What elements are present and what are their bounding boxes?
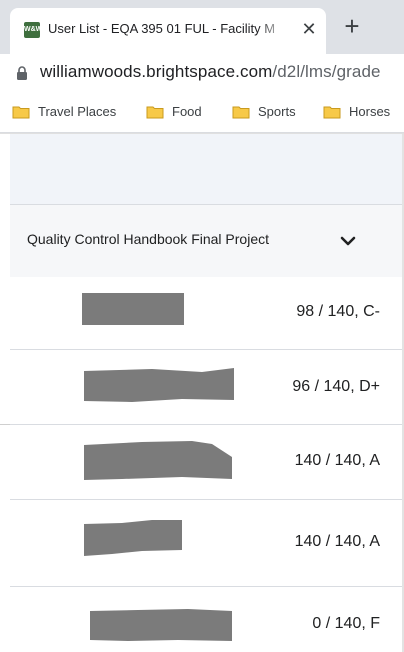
bookmark-label: Food — [172, 104, 202, 119]
column-header-label: Quality Control Handbook Final Project — [27, 231, 270, 247]
grade-value[interactable]: 96 / 140, D+ — [292, 378, 380, 396]
site-favicon-icon: W&W — [24, 22, 42, 38]
browser-tab[interactable]: W&W User List - EQA 395 01 FUL - Facilit… — [10, 8, 326, 54]
bookmark-label: Horses — [349, 104, 391, 119]
bookmark-food[interactable]: Food — [146, 104, 202, 119]
url-domain: williamwoods.brightspace.com — [40, 62, 273, 81]
lock-icon — [17, 66, 27, 80]
bookmark-label: Travel Places — [38, 104, 117, 119]
grade-value[interactable]: 140 / 140, A — [295, 452, 380, 470]
table-row: 140 / 140, A — [10, 500, 402, 587]
new-tab-icon[interactable]: + — [338, 12, 366, 40]
tab-title: User List - EQA 395 01 FUL - Facility M — [48, 21, 276, 36]
redacted-student-name — [82, 293, 184, 325]
url-text[interactable]: williamwoods.brightspace.com/d2l/lms/gra… — [40, 62, 381, 82]
table-row: 98 / 140, C- — [10, 277, 402, 350]
table-row: 140 / 140, A — [10, 425, 402, 500]
folder-icon — [12, 106, 30, 118]
bookmark-sports[interactable]: Sports — [232, 104, 296, 119]
redacted-student-name — [84, 520, 182, 556]
table-row: 0 / 140, F — [10, 587, 402, 652]
redacted-student-name — [84, 368, 234, 402]
table-top-band — [10, 134, 402, 204]
folder-icon — [323, 106, 341, 118]
folder-icon — [146, 106, 164, 118]
grade-value[interactable]: 140 / 140, A — [295, 533, 380, 551]
bookmark-travel-places[interactable]: Travel Places — [12, 104, 116, 119]
row-divider-tick — [0, 424, 10, 425]
table-row: 96 / 140, D+ — [10, 350, 402, 425]
redacted-student-name — [84, 441, 232, 480]
bookmark-label: Sports — [258, 104, 296, 119]
grade-value[interactable]: 98 / 140, C- — [296, 303, 380, 321]
bookmark-horses[interactable]: Horses — [323, 104, 390, 119]
chevron-down-icon[interactable] — [338, 233, 358, 249]
folder-icon — [232, 106, 250, 118]
redacted-student-name — [90, 609, 232, 641]
close-tab-icon[interactable]: ✕ — [298, 18, 320, 40]
tab-strip: W&W User List - EQA 395 01 FUL - Facilit… — [0, 0, 404, 54]
grade-value[interactable]: 0 / 140, F — [312, 615, 380, 633]
address-bar[interactable]: williamwoods.brightspace.com/d2l/lms/gra… — [0, 54, 404, 92]
gradebook-content: Quality Control Handbook Final Project 9… — [0, 133, 404, 652]
bookmarks-bar: Travel Places Food Sports Horses — [0, 92, 404, 133]
url-path: /d2l/lms/grade — [272, 62, 381, 81]
tab-title-fade — [258, 16, 288, 42]
grade-column-header: Quality Control Handbook Final Project — [10, 204, 402, 278]
